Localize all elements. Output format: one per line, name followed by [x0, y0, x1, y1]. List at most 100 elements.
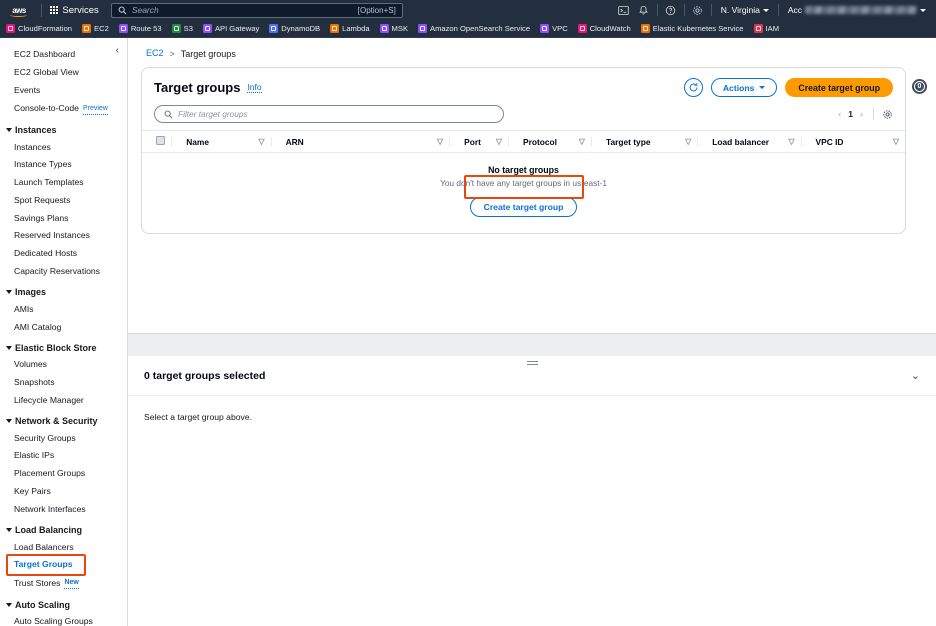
global-search-input[interactable] [131, 5, 353, 15]
sidebar-item-instance-types[interactable]: Instance Types [0, 156, 127, 174]
help-icon[interactable] [661, 2, 681, 18]
column-header-vpc-id[interactable]: VPC ID ▽ [800, 130, 905, 153]
sort-filter-icon[interactable]: ▽ [893, 137, 899, 146]
sort-filter-icon[interactable]: ▽ [496, 137, 502, 146]
sidebar-item-launch-templates[interactable]: Launch Templates [0, 174, 127, 192]
filter-target-groups-field[interactable] [154, 105, 504, 123]
sidebar-item-security-groups[interactable]: Security Groups [0, 429, 127, 447]
sidebar-group-elastic-block-store[interactable]: Elastic Block Store [0, 336, 127, 356]
split-panel-header[interactable]: 0 target groups selected ⌄ [128, 356, 936, 396]
breadcrumb: EC2 > Target groups [128, 38, 936, 59]
sidebar-item-reserved-instances[interactable]: Reserved Instances [0, 227, 127, 245]
service-icon [753, 24, 763, 33]
notifications-bell-icon[interactable] [634, 2, 654, 18]
column-header-port[interactable]: Port ▽ [449, 130, 508, 153]
sidebar-item-ami-catalog[interactable]: AMI Catalog [0, 318, 127, 336]
info-link[interactable]: Info [247, 82, 262, 93]
sidebar-item-target-groups[interactable]: Target Groups [0, 556, 127, 574]
service-shortcut-cloudformation[interactable]: CloudFormation [6, 24, 79, 33]
global-search-box[interactable]: [Option+S] [110, 2, 403, 18]
column-header-protocol[interactable]: Protocol ▽ [508, 130, 591, 153]
empty-state-create-target-group-button[interactable]: Create target group [469, 197, 578, 217]
service-shortcut-api-gateway[interactable]: API Gateway [202, 24, 266, 33]
sidebar-item-volumes[interactable]: Volumes [0, 356, 127, 374]
sidebar-item-console-to-code[interactable]: Console-to-Code Preview [0, 99, 127, 118]
divider [683, 4, 685, 16]
column-header-target-type[interactable]: Target type ▽ [590, 130, 698, 153]
sort-filter-icon[interactable]: ▽ [788, 137, 794, 146]
sort-filter-icon[interactable]: ▽ [579, 137, 585, 146]
sidebar-item-spot-requests[interactable]: Spot Requests [0, 191, 127, 209]
split-panel-shadow-bar [128, 334, 936, 356]
sidebar-item-capacity-reservations[interactable]: Capacity Reservations [0, 263, 127, 281]
column-divider [171, 136, 173, 147]
breadcrumb-item-ec2[interactable]: EC2 [146, 48, 164, 59]
column-header-load-balancer[interactable]: Load balancer ▽ [697, 130, 801, 153]
cloudshell-icon[interactable] [614, 2, 634, 18]
sidebar-item-key-pairs[interactable]: Key Pairs [0, 483, 127, 501]
help-panel-toggle-icon[interactable]: 0 [910, 77, 929, 96]
service-shortcut-iam[interactable]: IAM [753, 24, 787, 33]
table-preferences-gear-icon[interactable] [882, 109, 893, 120]
refresh-icon[interactable] [683, 78, 703, 97]
sidebar-item-ec2-global-view[interactable]: EC2 Global View [0, 64, 127, 82]
select-all-checkbox[interactable] [156, 136, 165, 145]
chevron-down-icon[interactable]: ⌄ [911, 369, 920, 382]
pagination-page-1[interactable]: 1 [848, 109, 853, 119]
service-shortcut-vpc[interactable]: VPC [540, 24, 575, 33]
main-content-area: EC2 > Target groups 0 Target groups Info [128, 38, 936, 626]
service-shortcut-lambda[interactable]: Lambda [330, 24, 376, 33]
sort-filter-icon[interactable]: ▽ [258, 137, 264, 146]
sidebar-group-instances[interactable]: Instances [0, 118, 127, 138]
sidebar-group-network-security[interactable]: Network & Security [0, 409, 127, 429]
sidebar-item-events[interactable]: Events [0, 82, 127, 100]
sidebar-item-label: AMI Catalog [14, 321, 62, 332]
service-shortcut-s3[interactable]: S3 [171, 24, 200, 33]
sidebar-item-lifecycle-manager[interactable]: Lifecycle Manager [0, 392, 127, 410]
service-shortcut-amazon-opensearch-service[interactable]: Amazon OpenSearch Service [418, 24, 537, 33]
sort-filter-icon[interactable]: ▽ [437, 137, 443, 146]
sidebar-item-instances[interactable]: Instances [0, 138, 127, 156]
service-shortcut-msk[interactable]: MSK [379, 24, 415, 33]
sidebar-group-images[interactable]: Images [0, 280, 127, 300]
sidebar-item-network-interfaces[interactable]: Network Interfaces [0, 500, 127, 518]
account-menu-button[interactable]: Acc [782, 5, 930, 15]
sidebar-item-amis[interactable]: AMIs [0, 300, 127, 318]
sidebar-item-auto-scaling-groups[interactable]: Auto Scaling Groups [0, 613, 127, 626]
sort-filter-icon[interactable]: ▽ [685, 137, 691, 146]
region-selector[interactable]: N. Virginia [715, 5, 775, 15]
services-menu-button[interactable]: Services [47, 3, 102, 18]
settings-gear-icon[interactable] [688, 2, 708, 18]
pagination-next-icon[interactable]: › [858, 109, 865, 119]
select-all-header [142, 130, 172, 153]
pagination-prev-icon[interactable]: ‹ [836, 109, 843, 119]
split-panel-resize-handle[interactable] [128, 356, 936, 370]
sidebar-item-elastic-ips[interactable]: Elastic IPs [0, 447, 127, 465]
actions-dropdown-button[interactable]: Actions [710, 78, 778, 97]
sidebar-item-snapshots[interactable]: Snapshots [0, 374, 127, 392]
sidebar-collapse-icon[interactable]: ‹ [116, 46, 119, 56]
sidebar-item-load-balancers[interactable]: Load Balancers [0, 538, 127, 556]
service-shortcut-route-53[interactable]: Route 53 [118, 24, 169, 33]
sidebar-item-ec2-dashboard[interactable]: EC2 Dashboard [0, 46, 127, 64]
sidebar-item-savings-plans[interactable]: Savings Plans [0, 209, 127, 227]
sidebar-group-auto-scaling[interactable]: Auto Scaling [0, 593, 127, 613]
sidebar-item-label: Dedicated Hosts [14, 248, 78, 259]
service-icon [330, 24, 340, 33]
column-header-name[interactable]: Name ▽ [171, 130, 271, 153]
service-shortcut-cloudwatch[interactable]: CloudWatch [577, 24, 638, 33]
create-target-group-button[interactable]: Create target group [785, 78, 893, 97]
sidebar-item-placement-groups[interactable]: Placement Groups [0, 465, 127, 483]
column-header-arn[interactable]: ARN ▽ [270, 130, 450, 153]
sidebar-item-dedicated-hosts[interactable]: Dedicated Hosts [0, 245, 127, 263]
service-shortcut-ec2[interactable]: EC2 [82, 24, 116, 33]
service-shortcut-dynamodb[interactable]: DynamoDB [269, 24, 327, 33]
sidebar-item-trust-stores[interactable]: Trust Stores New [0, 574, 127, 593]
divider [873, 108, 874, 120]
filter-target-groups-input[interactable] [178, 109, 494, 119]
aws-logo[interactable]: aws [6, 2, 32, 18]
sidebar-group-load-balancing[interactable]: Load Balancing [0, 518, 127, 538]
sidebar-item-label: EC2 Global View [14, 67, 79, 78]
split-panel: 0 target groups selected ⌄ Select a targ… [128, 333, 936, 626]
service-shortcut-elastic-kubernetes-service[interactable]: Elastic Kubernetes Service [640, 24, 751, 33]
